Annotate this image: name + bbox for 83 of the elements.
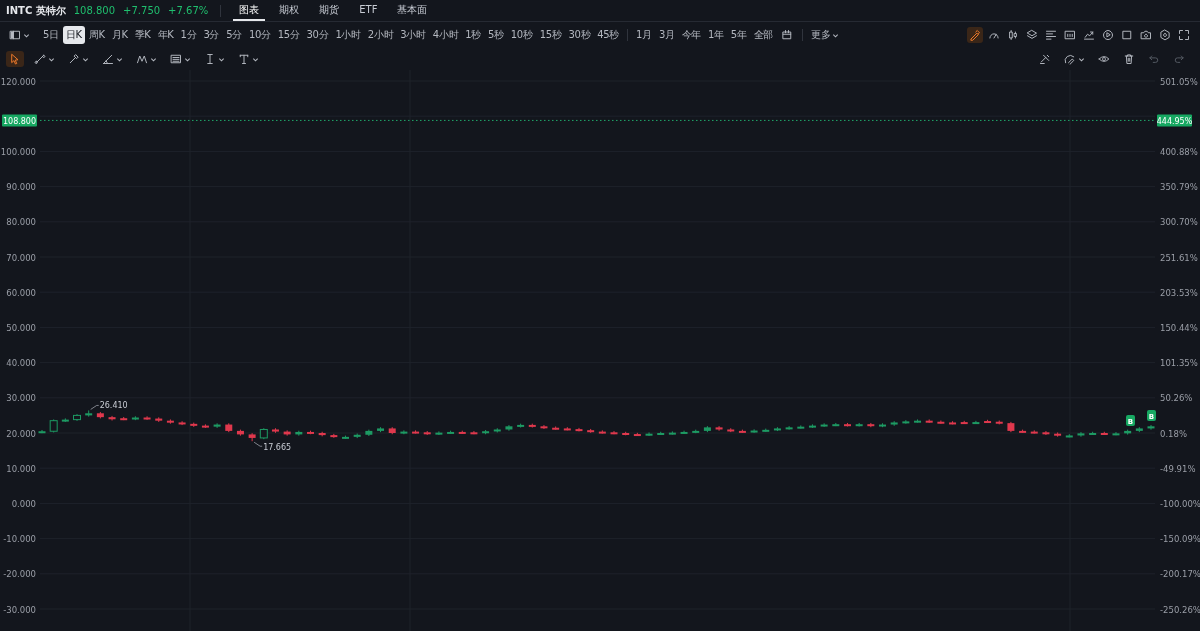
panel-icon [9, 29, 21, 41]
high-price-label: 26.410 [99, 400, 128, 410]
caret-icon [23, 31, 30, 39]
interval-tab[interactable]: 4小时 [429, 26, 462, 44]
nav-tab[interactable]: ETF [353, 0, 384, 21]
play-circle-icon[interactable] [1100, 27, 1116, 43]
price-axis-label: -20.000 [3, 569, 36, 580]
percent-axis-label: 101.35% [1160, 358, 1198, 369]
more-button[interactable]: 更多 [808, 26, 843, 44]
percent-tag: 444.95% [1156, 114, 1193, 127]
price-axis-label: 50.000 [6, 322, 36, 333]
percent-axis-label: 350.79% [1160, 182, 1198, 193]
percent-axis-label: 150.44% [1160, 322, 1198, 333]
leader-line [90, 405, 100, 410]
percent-axis-label: 251.61% [1160, 252, 1198, 263]
nav-tab[interactable]: 期货 [313, 0, 346, 21]
range-button[interactable]: 1月 [633, 26, 655, 44]
price-tag: 108.800 [2, 114, 37, 127]
percent-axis-label: -49.91% [1160, 463, 1196, 474]
price-change: +7.750 [123, 5, 161, 16]
interval-tab[interactable]: 15分 [274, 26, 303, 44]
interval-tab[interactable]: 45秒 [594, 26, 623, 44]
price-axis-label: 30.000 [6, 393, 36, 404]
interval-tab[interactable]: 年K [154, 26, 177, 44]
pen-icon[interactable] [967, 27, 983, 43]
interval-tab[interactable]: 日K [62, 26, 85, 44]
interval-tab[interactable]: 10秒 [507, 26, 536, 44]
price-axis-label: 60.000 [6, 287, 36, 298]
percent-change: +7.67% [168, 5, 209, 16]
interval-tab[interactable]: 3小时 [397, 26, 429, 44]
leader-line [253, 441, 263, 447]
interval-tab[interactable]: 周K [85, 26, 108, 44]
nav-tab[interactable]: 图表 [233, 0, 266, 21]
calendar-icon[interactable] [781, 29, 793, 41]
nav-tab[interactable]: 基本面 [391, 0, 434, 21]
cursor-icon[interactable] [6, 51, 24, 67]
percent-axis-label: 50.26% [1160, 393, 1193, 404]
price-axis-label: -30.000 [3, 604, 36, 615]
fullscreen-icon[interactable] [1176, 27, 1192, 43]
price-axis-label: -10.000 [3, 534, 36, 545]
price-axis-label: 80.000 [6, 217, 36, 228]
range-button[interactable]: 全部 [750, 26, 776, 44]
percent-axis-label: -200.17% [1160, 569, 1200, 580]
range-button[interactable]: 1年 [705, 26, 727, 44]
stock-name: INTC 英特尔 [6, 3, 66, 18]
price-axis-label: 70.000 [6, 252, 36, 263]
caret-icon [832, 31, 840, 39]
interval-tab[interactable]: 季K [131, 26, 154, 44]
percent-axis-label: 203.53% [1160, 287, 1198, 298]
percent-axis-label: -250.26% [1160, 604, 1200, 615]
interval-tab[interactable]: 5秒 [485, 26, 507, 44]
price-axis-label: 100.000 [0, 146, 36, 157]
percent-axis-label: 400.88% [1160, 146, 1198, 157]
stock-price: 108.800 [73, 5, 116, 16]
interval-tab[interactable]: 3分 [200, 26, 223, 44]
interval-tab[interactable]: 30分 [303, 26, 332, 44]
percent-axis-label: -100.00% [1160, 498, 1200, 509]
range-button[interactable]: 今年 [678, 26, 705, 44]
nav-tab[interactable]: 期权 [273, 0, 306, 21]
range-button[interactable]: 5年 [727, 26, 750, 44]
interval-tab[interactable]: 1分 [177, 26, 200, 44]
percent-axis-label: 300.70% [1160, 217, 1198, 228]
interval-tab[interactable]: 月K [108, 26, 131, 44]
price-axis-label: 90.000 [6, 182, 36, 193]
interval-tab[interactable]: 10分 [245, 26, 274, 44]
range-button[interactable]: 3月 [655, 26, 678, 44]
price-axis-label: 120.000 [0, 76, 36, 87]
interval-tab[interactable]: 2小时 [364, 26, 397, 44]
interval-tab[interactable]: 1秒 [462, 26, 485, 44]
low-price-label: 17.665 [263, 442, 292, 452]
percent-axis-label: -150.09% [1160, 534, 1200, 545]
interval-tab[interactable]: 1小时 [332, 26, 364, 44]
interval-tab[interactable]: 15秒 [536, 26, 565, 44]
interval-tab[interactable]: 30秒 [565, 26, 594, 44]
settings-icon[interactable] [1157, 27, 1173, 43]
price-axis-label: 20.000 [6, 428, 36, 439]
price-axis-label: 0.000 [11, 498, 36, 509]
price-axis-label: 40.000 [6, 358, 36, 369]
price-axis-label: 10.000 [6, 463, 36, 474]
interval-tab[interactable]: 5日 [40, 26, 62, 44]
percent-axis-label: 501.05% [1160, 76, 1198, 87]
interval-tab[interactable]: 5分 [223, 26, 245, 44]
percent-axis-label: 0.18% [1160, 428, 1187, 439]
